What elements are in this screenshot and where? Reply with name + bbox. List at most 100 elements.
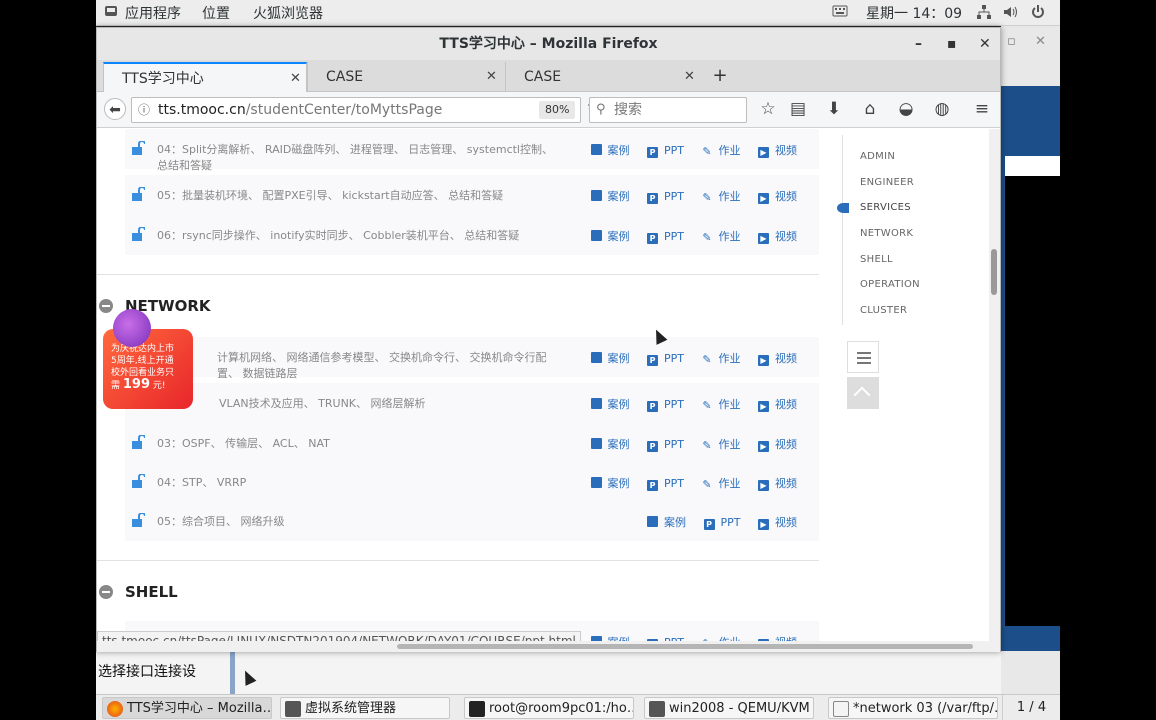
case-link[interactable]: 案例 [590, 142, 630, 158]
home-icon[interactable]: ⌂ [859, 98, 881, 120]
homework-link[interactable]: ✎作业 [702, 475, 740, 491]
section-header-network[interactable]: NETWORK [99, 297, 211, 315]
clock[interactable]: 星期一 14：09 [866, 3, 962, 23]
lesson-title[interactable]: 06：rsync同步操作、 inotify实时同步、 Cobbler装机平台、 … [157, 228, 557, 244]
search-box[interactable]: ⚲ 搜索 [589, 97, 747, 123]
ppt-link[interactable]: P PPT [647, 398, 684, 412]
lesson-title[interactable]: 05：批量装机环境、 配置PXE引导、 kickstart自动应答、 总结和答疑 [157, 188, 557, 204]
task-editor[interactable]: *network 03 (/var/ftp/… [828, 697, 998, 719]
video-link[interactable]: ▶视频 [758, 396, 797, 412]
nav-item-admin[interactable]: ADMIN [860, 151, 895, 162]
bookmark-star-icon[interactable]: ☆ [757, 98, 779, 120]
lesson-row[interactable]: VLAN技术及应用、 TRUNK、 网络层解析 案例 P PPT ✎ 作业 ▶ 视频 [125, 383, 819, 423]
lesson-row[interactable]: 计算机网络、 网络通信参考模型、 交换机命令行、 交换机命令行配置、 数据链路层… [125, 337, 819, 380]
case-link[interactable]: 案例 [590, 188, 630, 204]
homework-link[interactable]: ✎作业 [702, 396, 740, 412]
video-link[interactable]: ▶视频 [758, 514, 797, 530]
tab-close-icon[interactable]: ✕ [684, 62, 695, 92]
case-link[interactable]: 案例 [590, 436, 630, 452]
keyboard-icon[interactable] [832, 4, 848, 22]
horizontal-scrollbar[interactable] [97, 641, 1000, 652]
lesson-title[interactable]: 03：OSPF、 传输层、 ACL、 NAT [157, 436, 557, 452]
lesson-title[interactable]: 计算机网络、 网络通信参考模型、 交换机命令行、 交换机命令行配置、 数据链路层 [217, 350, 557, 382]
applications-menu[interactable]: 应用程序 [125, 3, 181, 23]
window-titlebar[interactable]: TTS学习中心 – Mozilla Firefox – ▪ ✕ [97, 28, 1000, 60]
video-link[interactable]: ▶视频 [758, 350, 797, 366]
ppt-link[interactable]: P PPT [647, 477, 684, 491]
ppt-link[interactable]: P PPT [647, 144, 684, 158]
applications-icon[interactable] [104, 4, 118, 22]
minimize-icon[interactable]: – [915, 28, 922, 60]
lesson-row[interactable]: 04：Split分离解析、 RAID磁盘阵列、 进程管理、 日志管理、 syst… [125, 129, 819, 172]
scrollbar-thumb[interactable] [397, 644, 973, 649]
new-tab-button[interactable]: + [709, 61, 731, 91]
task-qemu[interactable]: win2008 - QEMU/KVM [644, 697, 814, 719]
homework-link[interactable]: ✎作业 [702, 350, 740, 366]
case-link[interactable]: 案例 [647, 514, 686, 530]
video-link[interactable]: ▶视频 [758, 142, 797, 158]
zoom-indicator[interactable]: 80% [539, 101, 576, 119]
reading-list-icon[interactable]: ▤ [787, 98, 809, 120]
bg-maximize-icon[interactable]: ▫ [1007, 34, 1016, 49]
ppt-link[interactable]: P PPT [647, 438, 684, 452]
tab-tts[interactable]: TTS学习中心 ✕ [103, 62, 307, 92]
nav-item-shell[interactable]: SHELL [860, 254, 893, 265]
lesson-row[interactable]: 05：批量装机环境、 配置PXE引导、 kickstart自动应答、 总结和答疑… [125, 175, 819, 215]
video-link[interactable]: ▶视频 [758, 228, 797, 244]
tab-case-2[interactable]: CASE ✕ [505, 62, 703, 92]
video-link[interactable]: ▶视频 [758, 188, 797, 204]
url-bar[interactable]: ⓘ tts.tmooc.cn/studentCenter/toMyttsPage… [131, 97, 599, 123]
section-header-shell[interactable]: SHELL [99, 583, 178, 601]
workspace-pager[interactable]: 1 / 4 [1002, 695, 1060, 720]
nav-item-engineer[interactable]: ENGINEER [860, 177, 914, 188]
download-icon[interactable]: ⬇ [823, 98, 845, 120]
scrollbar-thumb[interactable] [991, 249, 997, 295]
lesson-row[interactable]: 04：STP、 VRRP 案例 P PPT ✎ 作业 ▶ 视频 [125, 462, 819, 502]
ppt-link[interactable]: P PPT [647, 190, 684, 204]
nav-item-network[interactable]: NETWORK [860, 228, 913, 239]
extension-icon[interactable]: ◍ [931, 98, 953, 120]
collapse-icon[interactable] [99, 585, 113, 599]
ppt-link[interactable]: P PPT [647, 352, 684, 366]
video-link[interactable]: ▶视频 [758, 436, 797, 452]
promo-badge[interactable]: 为庆祝达内上市 5周年,线上开通 校外回看业务只 需 199 元! [103, 309, 193, 409]
browser-menu[interactable]: 火狐浏览器 [253, 3, 323, 23]
video-link[interactable]: ▶视频 [758, 475, 797, 491]
hamburger-menu-icon[interactable]: ≡ [971, 98, 993, 120]
task-virt-manager[interactable]: 虚拟系统管理器 [280, 697, 450, 719]
volume-icon[interactable] [1002, 4, 1018, 24]
lesson-row[interactable]: 05：综合项目、 网络升级 案例 P PPT ▶ 视频 [125, 501, 819, 541]
case-link[interactable]: 案例 [590, 475, 630, 491]
task-terminal[interactable]: root@room9pc01:/ho… [464, 697, 634, 719]
vertical-scrollbar[interactable] [989, 129, 1000, 641]
back-button[interactable]: ⬅ [104, 98, 126, 120]
network-icon[interactable] [976, 4, 992, 24]
nav-item-operation[interactable]: OPERATION [860, 279, 920, 290]
tab-close-icon[interactable]: ✕ [486, 62, 497, 92]
ppt-link[interactable]: P PPT [647, 230, 684, 244]
video-link[interactable]: ▶视频 [758, 634, 797, 641]
lesson-title[interactable]: 04：STP、 VRRP [157, 475, 557, 491]
close-icon[interactable]: ✕ [979, 28, 991, 60]
tab-close-icon[interactable]: ✕ [290, 64, 301, 94]
case-link[interactable]: 案例 [590, 396, 630, 412]
nav-item-services[interactable]: SERVICES [860, 202, 911, 213]
nav-item-cluster[interactable]: CLUSTER [860, 305, 907, 316]
case-link[interactable]: 案例 [590, 634, 630, 641]
lesson-title[interactable]: 05：综合项目、 网络升级 [157, 514, 557, 530]
lesson-title[interactable]: VLAN技术及应用、 TRUNK、 网络层解析 [219, 396, 619, 412]
task-firefox[interactable]: TTS学习中心 – Mozilla… [102, 697, 272, 719]
lesson-row[interactable]: 06：rsync同步操作、 inotify实时同步、 Cobbler装机平台、 … [125, 215, 819, 255]
lesson-row[interactable]: 03：OSPF、 传输层、 ACL、 NAT 案例 P PPT ✎ 作业 ▶ 视频 [125, 423, 819, 463]
homework-link[interactable]: ✎作业 [702, 436, 740, 452]
power-icon[interactable] [1030, 4, 1046, 24]
homework-link[interactable]: ✎作业 [702, 188, 740, 204]
collapse-icon[interactable] [99, 299, 113, 313]
info-icon[interactable]: ⓘ [138, 98, 150, 122]
lesson-title[interactable]: 04：Split分离解析、 RAID磁盘阵列、 进程管理、 日志管理、 syst… [157, 142, 557, 174]
homework-link[interactable]: ✎作业 [702, 634, 740, 641]
back-to-top-button[interactable] [847, 377, 879, 409]
homework-link[interactable]: ✎作业 [702, 228, 740, 244]
places-menu[interactable]: 位置 [202, 3, 230, 23]
homework-link[interactable]: ✎作业 [702, 142, 740, 158]
